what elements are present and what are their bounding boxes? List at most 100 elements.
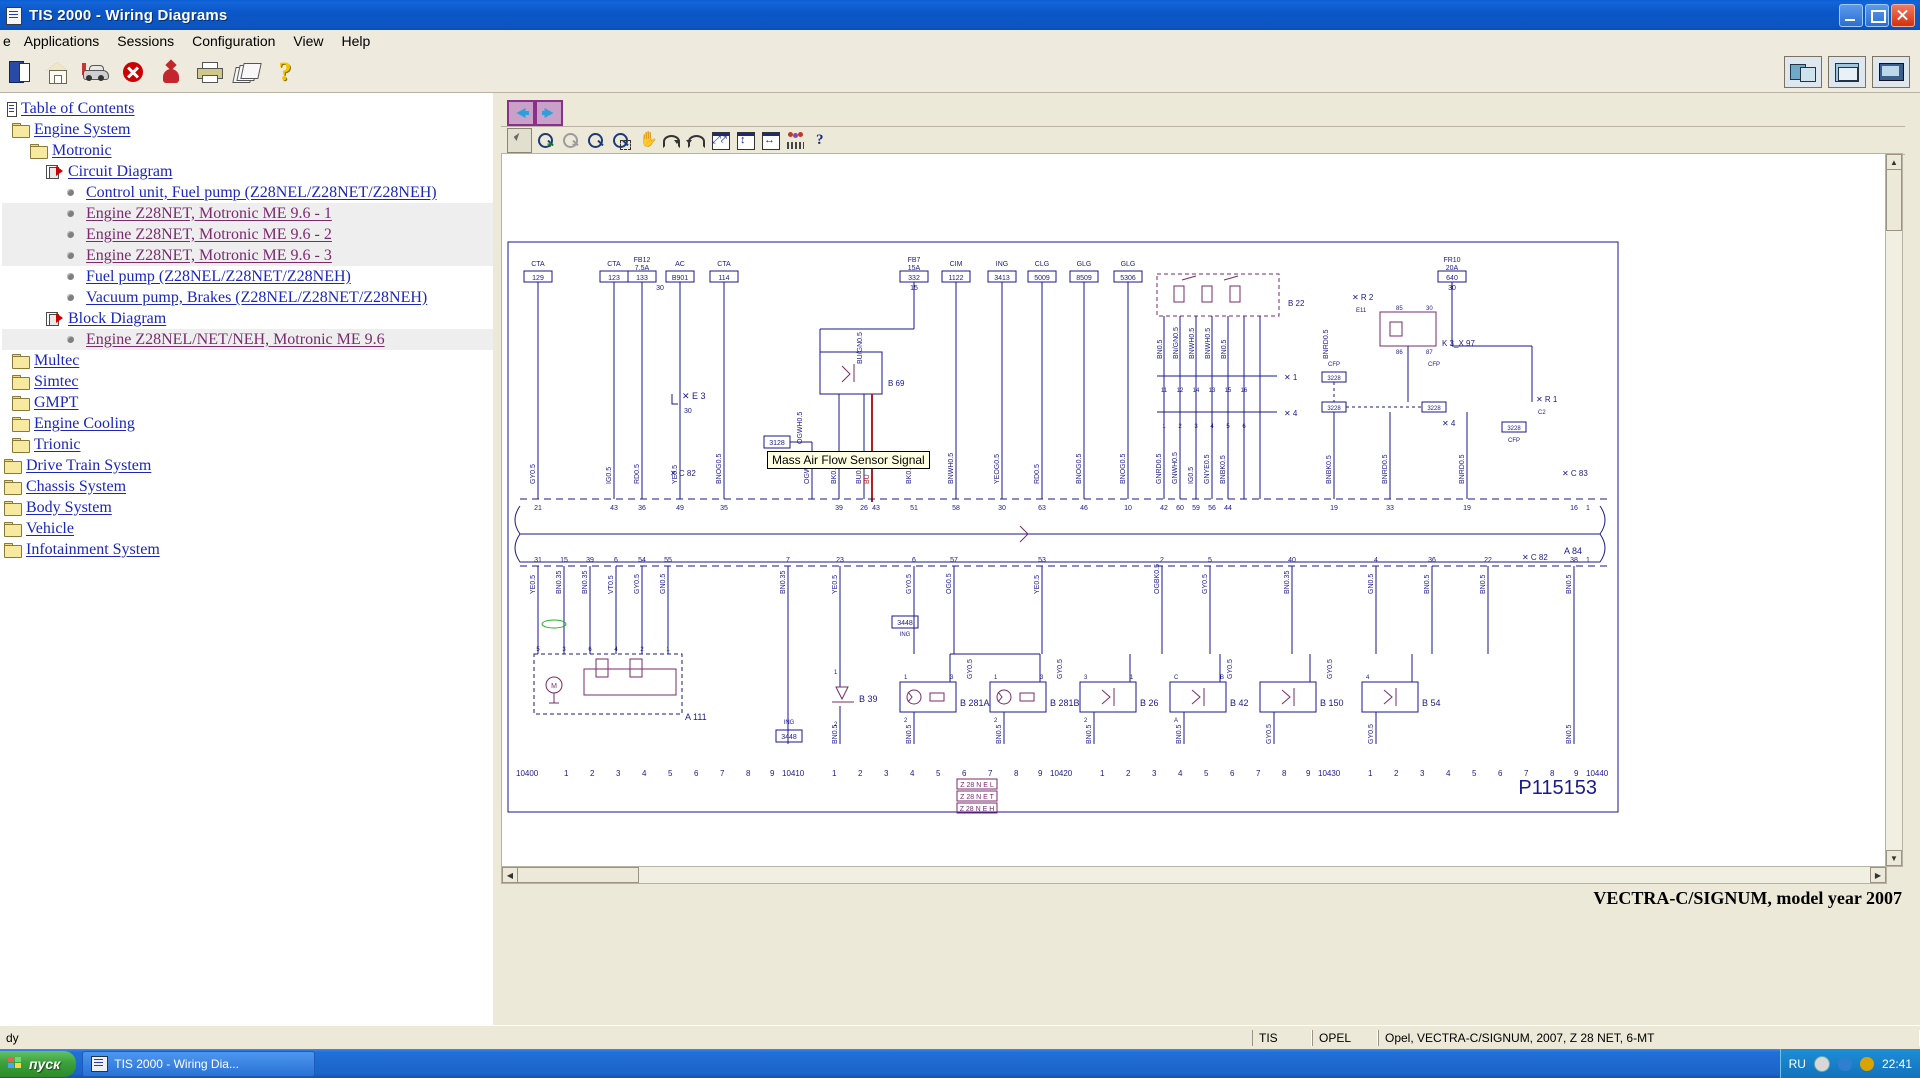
svg-text:5009: 5009 xyxy=(1034,275,1050,282)
menu-item-file[interactable]: e xyxy=(2,31,15,51)
svg-text:38: 38 xyxy=(1570,557,1578,564)
sidebar-item-engine-me96-3[interactable]: Engine Z28NET, Motronic ME 9.6 - 3 xyxy=(2,245,493,266)
svg-text:FB7: FB7 xyxy=(908,257,921,264)
svg-text:1: 1 xyxy=(1162,424,1166,430)
sidebar-item-multec[interactable]: Multec xyxy=(2,350,493,371)
menu-item-configuration[interactable]: Configuration xyxy=(183,31,284,51)
table-of-contents-pane[interactable]: Table of Contents Engine System Motronic… xyxy=(0,93,493,1025)
svg-text:BN0.35: BN0.35 xyxy=(582,571,589,594)
sidebar-item-chassis-system[interactable]: Chassis System xyxy=(2,476,493,497)
shield-icon[interactable] xyxy=(1859,1056,1874,1071)
sidebar-item-gmpt[interactable]: GMPT xyxy=(2,392,493,413)
pan-hand-tool[interactable]: ✋ xyxy=(634,129,658,152)
sidebar-item-engine-system[interactable]: Engine System xyxy=(2,119,493,140)
menu-item-sessions[interactable]: Sessions xyxy=(108,31,183,51)
person-icon[interactable] xyxy=(152,54,190,90)
sidebar-item-drive-train-system[interactable]: Drive Train System xyxy=(2,455,493,476)
home-icon[interactable] xyxy=(38,54,76,90)
stop-icon[interactable] xyxy=(114,54,152,90)
sidebar-item-trionic[interactable]: Trionic xyxy=(2,434,493,455)
svg-text:1: 1 xyxy=(564,769,569,778)
sidebar-item-body-system[interactable]: Body System xyxy=(2,497,493,518)
canvas-horizontal-scrollbar[interactable]: ◀ ▶ xyxy=(501,866,1887,884)
sidebar-item-simtec[interactable]: Simtec xyxy=(2,371,493,392)
sidebar-item-engine-me96-2[interactable]: Engine Z28NET, Motronic ME 9.6 - 2 xyxy=(2,224,493,245)
sidebar-item-vehicle[interactable]: Vehicle xyxy=(2,518,493,539)
svg-text:114: 114 xyxy=(718,275,729,282)
horizontal-scroll-thumb[interactable] xyxy=(517,867,639,883)
svg-text:BN0.5: BN0.5 xyxy=(1086,724,1093,744)
forward-arrow-button[interactable] xyxy=(535,100,563,126)
taskbar-item-tis2000[interactable]: TIS 2000 - Wiring Dia... xyxy=(82,1050,316,1077)
pages-icon[interactable] xyxy=(228,54,266,90)
svg-text:B 281B: B 281B xyxy=(1050,698,1080,708)
svg-text:BN0.35: BN0.35 xyxy=(780,571,787,594)
rotate-ccw-tool[interactable] xyxy=(684,129,707,152)
svg-text:2: 2 xyxy=(1160,557,1164,564)
diagram-canvas[interactable]: CTA CTA FB12 7.5A AC CTA FB7 15A CIM ING C… xyxy=(501,153,1886,867)
close-button[interactable] xyxy=(1891,3,1915,27)
start-button[interactable]: пуск xyxy=(0,1050,77,1077)
fit-page-tool[interactable]: ⤢⤤ xyxy=(709,129,732,152)
svg-text:8509: 8509 xyxy=(1076,275,1092,282)
pointer-tool[interactable] xyxy=(507,128,532,153)
tray-language-indicator[interactable]: RU xyxy=(1789,1057,1806,1071)
network-icon[interactable] xyxy=(1813,1055,1830,1072)
zoom-out-tool[interactable]: − xyxy=(559,129,582,152)
sidebar-item-circuit-diagram[interactable]: Circuit Diagram xyxy=(2,161,493,182)
scroll-up-arrow[interactable]: ▲ xyxy=(1886,154,1902,170)
sidebar-item-block-diagram[interactable]: Block Diagram xyxy=(2,308,493,329)
svg-text:57: 57 xyxy=(950,557,958,564)
canvas-vertical-scrollbar[interactable]: ▲ ▼ xyxy=(1885,153,1903,867)
vertical-scroll-thumb[interactable] xyxy=(1886,169,1902,231)
fit-width-tool[interactable]: ↔ xyxy=(759,129,782,152)
diagram-help-tool[interactable]: ? xyxy=(809,129,832,152)
svg-text:GY0.5: GY0.5 xyxy=(530,464,537,484)
print-icon[interactable] xyxy=(190,54,228,90)
scroll-down-arrow[interactable]: ▼ xyxy=(1886,850,1902,866)
back-arrow-button[interactable] xyxy=(507,100,535,126)
window-cascade-icon[interactable] xyxy=(1828,56,1866,88)
zoom-region-tool[interactable] xyxy=(609,129,632,152)
zoom-tool[interactable] xyxy=(584,129,607,152)
rotate-cw-tool[interactable] xyxy=(659,129,682,152)
svg-text:51: 51 xyxy=(910,505,918,512)
minimize-button[interactable] xyxy=(1839,3,1863,27)
sidebar-item-infotainment-system[interactable]: Infotainment System xyxy=(2,539,493,560)
menu-item-applications[interactable]: Applications xyxy=(15,31,109,51)
legend-tool[interactable] xyxy=(784,129,807,152)
svg-text:VT0.5: VT0.5 xyxy=(608,575,615,594)
svg-text:23: 23 xyxy=(836,557,844,564)
sidebar-item-control-unit-fuel-pump[interactable]: Control unit, Fuel pump (Z28NEL/Z28NET/Z… xyxy=(2,182,493,203)
open-document-icon[interactable] xyxy=(0,54,38,90)
svg-text:3: 3 xyxy=(1152,769,1157,778)
svg-text:1122: 1122 xyxy=(948,275,963,282)
svg-text:✕ C 82: ✕ C 82 xyxy=(670,469,696,478)
svg-text:3: 3 xyxy=(562,647,566,653)
svg-text:39: 39 xyxy=(835,505,843,512)
menu-item-view[interactable]: View xyxy=(284,31,332,51)
window-tile-icon[interactable] xyxy=(1784,56,1822,88)
sidebar-item-engine-cooling[interactable]: Engine Cooling xyxy=(2,413,493,434)
svg-text:2: 2 xyxy=(1126,769,1131,778)
sidebar-item-fuel-pump[interactable]: Fuel pump (Z28NEL/Z28NET/Z28NEH) xyxy=(2,266,493,287)
sidebar-item-motronic[interactable]: Motronic xyxy=(2,140,493,161)
sidebar-item-table-of-contents[interactable]: Table of Contents xyxy=(2,98,493,119)
zoom-in-tool[interactable]: + xyxy=(534,129,557,152)
window-monitor-icon[interactable] xyxy=(1872,56,1910,88)
sidebar-item-engine-block-me96[interactable]: Engine Z28NEL/NET/NEH, Motronic ME 9.6 xyxy=(2,329,493,350)
help-icon[interactable]: ? xyxy=(266,54,304,90)
volume-icon[interactable] xyxy=(1837,1056,1852,1071)
menu-item-help[interactable]: Help xyxy=(332,31,379,51)
sidebar-item-vacuum-pump-brakes[interactable]: Vacuum pump, Brakes (Z28NEL/Z28NET/Z28NE… xyxy=(2,287,493,308)
svg-text:5306: 5306 xyxy=(1120,275,1136,282)
scroll-left-arrow[interactable]: ◀ xyxy=(502,867,518,883)
maximize-button[interactable] xyxy=(1865,3,1889,27)
diagram-tools-toolbar: + − ✋ ⤢⤤ ↕ ↔ ? xyxy=(501,126,1905,155)
sidebar-item-engine-me96-1[interactable]: Engine Z28NET, Motronic ME 9.6 - 1 xyxy=(2,203,493,224)
svg-text:BNBK0.5: BNBK0.5 xyxy=(1220,455,1227,484)
tree-label: Engine System xyxy=(34,120,131,138)
fit-height-tool[interactable]: ↕ xyxy=(734,129,757,152)
vehicle-icon[interactable] xyxy=(76,54,114,90)
scroll-right-arrow[interactable]: ▶ xyxy=(1870,867,1886,883)
